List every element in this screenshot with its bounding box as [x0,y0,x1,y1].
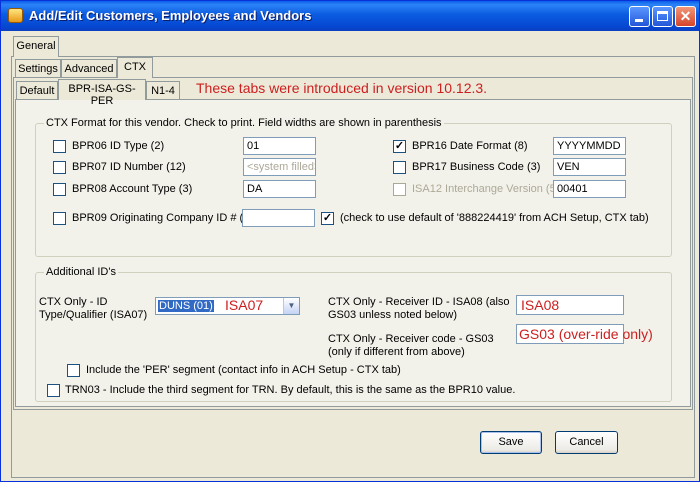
trn03-label: TRN03 - Include the third segment for TR… [65,384,516,396]
isa12-label: ISA12 Interchange Version (5) [412,183,560,195]
title-bar[interactable]: Add/Edit Customers, Employees and Vendor… [1,1,699,31]
bpr09-checkbox[interactable] [53,212,66,225]
use-default-label: (check to use default of '888224419' fro… [340,212,649,224]
tab-advanced[interactable]: Advanced [61,59,117,78]
tab-default[interactable]: Default [16,81,58,100]
chevron-down-icon[interactable]: ▼ [283,298,299,314]
tab-ctx[interactable]: CTX [117,57,153,78]
bpr08-label: BPR08 Account Type (3) [72,183,193,195]
tab-general[interactable]: General [13,36,59,57]
bpr07-checkbox[interactable] [53,161,66,174]
id-type-selected: DUNS (01) [158,300,214,312]
bpr08-input[interactable]: DA [243,180,316,198]
per-segment-checkbox[interactable] [67,364,80,377]
bpr-isa-gs-per-panel: CTX Format for this vendor. Check to pri… [15,99,691,407]
bpr16-input[interactable]: YYYYMMDD [553,137,626,155]
isa12-input[interactable]: 00401 [553,180,626,198]
bpr09-label: BPR09 Originating Company ID # (35) [72,212,260,224]
bpr07-label: BPR07 ID Number (12) [72,161,186,173]
close-button[interactable]: ✕ [675,6,696,27]
app-icon [8,8,23,23]
minimize-icon [635,19,643,22]
trn03-checkbox[interactable] [47,384,60,397]
bpr06-input[interactable]: 01 [243,137,316,155]
tab-bpr-isa-gs-per[interactable]: BPR-ISA-GS-PER [58,79,146,107]
bpr17-label: BPR17 Business Code (3) [412,161,541,173]
ctx-format-group: CTX Format for this vendor. Check to pri… [35,117,672,257]
id-type-label: CTX Only - ID Type/Qualifier (ISA07) [39,296,148,321]
bpr07-input[interactable]: <system filled> [243,158,316,176]
minimize-button[interactable] [629,6,650,27]
bpr16-checkbox[interactable]: ✓ [393,140,406,153]
cancel-button[interactable]: Cancel [555,431,618,454]
additional-ids-legend: Additional ID's [44,266,118,278]
bpr08-checkbox[interactable] [53,183,66,196]
isa07-note: ISA07 [225,297,264,313]
tab-n1-4[interactable]: N1-4 [146,81,180,100]
maximize-icon [657,11,668,21]
bpr17-input[interactable]: VEN [553,158,626,176]
close-icon: ✕ [679,8,692,24]
receiver-id-label: CTX Only - Receiver ID - ISA08 (also GS0… [328,296,510,321]
bpr06-label: BPR06 ID Type (2) [72,140,165,152]
receiver-id-input[interactable]: ISA08 [516,295,624,315]
receiver-code-input[interactable]: GS03 (over-ride only) [516,324,653,344]
bpr06-checkbox[interactable] [53,140,66,153]
maximize-button[interactable] [652,6,673,27]
dialog-window: Add/Edit Customers, Employees and Vendor… [0,0,700,482]
receiver-code-label: CTX Only - Receiver code - GS03 (only if… [328,333,494,358]
isa12-checkbox [393,183,406,196]
tab-settings[interactable]: Settings [15,59,61,78]
save-button[interactable]: Save [480,431,542,454]
bpr17-checkbox[interactable] [393,161,406,174]
per-segment-label: Include the 'PER' segment (contact info … [86,364,401,376]
window-title: Add/Edit Customers, Employees and Vendor… [29,8,312,23]
bpr16-label: BPR16 Date Format (8) [412,140,528,152]
ctx-format-legend: CTX Format for this vendor. Check to pri… [44,117,444,129]
bpr09-input[interactable] [242,209,315,227]
version-notice: These tabs were introduced in version 10… [196,80,488,96]
additional-ids-group: Additional ID's CTX Only - ID Type/Quali… [35,266,672,402]
use-default-checkbox[interactable]: ✓ [321,212,334,225]
